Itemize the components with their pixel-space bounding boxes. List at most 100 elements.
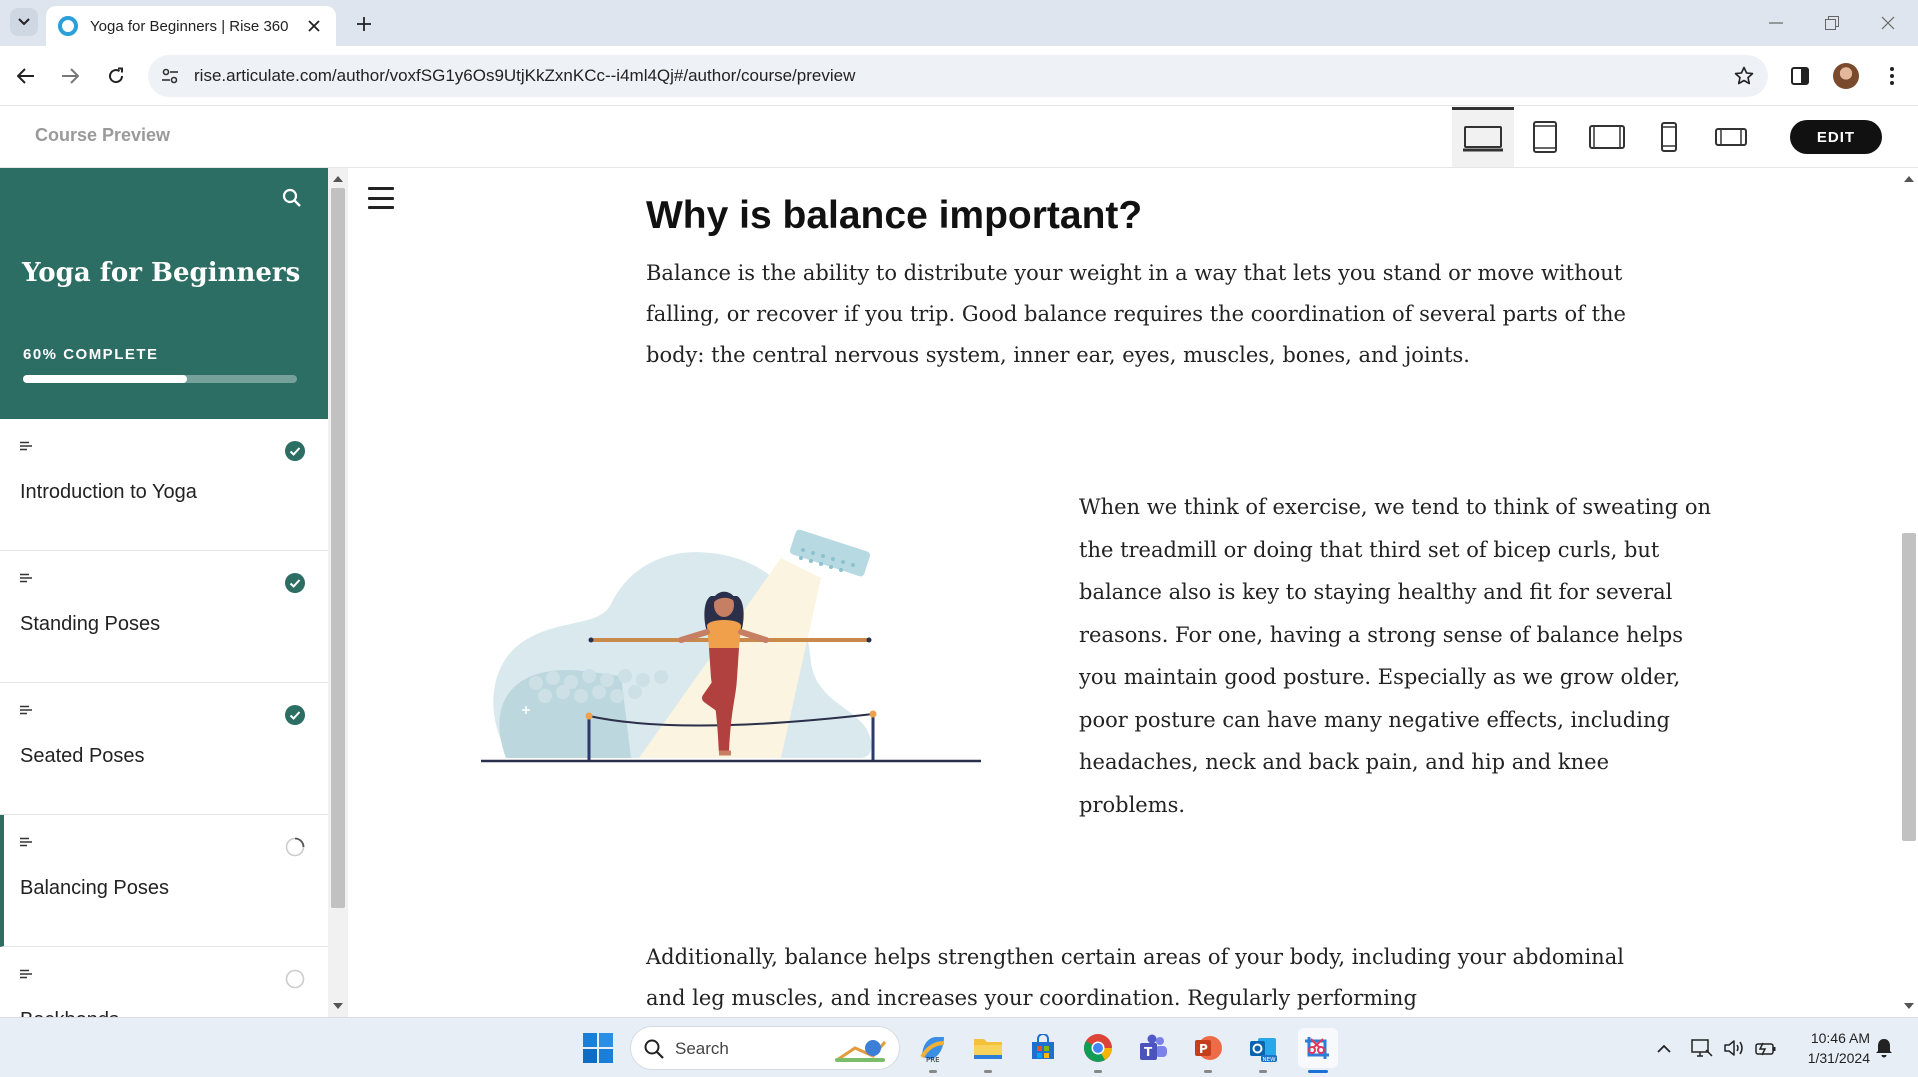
volume-button[interactable]	[1722, 1036, 1746, 1060]
menu-toggle-button[interactable]	[366, 184, 396, 212]
reload-icon	[109, 67, 124, 84]
lesson-item-backbends[interactable]: Backbends	[0, 947, 328, 1017]
star-icon	[1734, 66, 1754, 85]
taskbar-powerpoint[interactable]: P	[1188, 1028, 1228, 1073]
svg-text:NEW: NEW	[1263, 1057, 1277, 1063]
lesson-item-standing-poses[interactable]: Standing Poses	[0, 551, 328, 683]
network-button[interactable]	[1690, 1036, 1714, 1060]
clock-time: 10:46 AM	[1810, 1030, 1870, 1046]
profile-button[interactable]	[1830, 60, 1862, 92]
device-desktop-button[interactable]	[1452, 107, 1514, 167]
lesson-content: Why is balance important? Balance is the…	[348, 168, 1900, 1017]
balance-illustration	[481, 529, 981, 763]
new-tab-button[interactable]	[350, 10, 378, 38]
text-lesson-icon	[20, 969, 32, 979]
scroll-down-arrow-icon[interactable]	[333, 1003, 343, 1009]
site-info-button[interactable]	[158, 64, 182, 88]
taskbar-snipping-tool[interactable]	[1298, 1028, 1338, 1073]
copilot-icon: PRE	[920, 1037, 945, 1063]
network-icon	[1691, 1039, 1713, 1057]
address-bar[interactable]: rise.articulate.com/author/voxfSG1y6Os9U…	[148, 55, 1768, 97]
rise-favicon-icon	[58, 16, 78, 36]
battery-button[interactable]	[1754, 1036, 1778, 1060]
teams-icon: T	[1140, 1034, 1167, 1060]
close-icon	[1881, 16, 1895, 30]
edit-button[interactable]: EDIT	[1790, 120, 1882, 154]
clock-date: 1/31/2024	[1807, 1050, 1870, 1066]
lesson-item-balancing-poses[interactable]: Balancing Poses	[0, 815, 328, 947]
device-phone-portrait-button[interactable]	[1638, 107, 1700, 167]
windows-start-icon[interactable]	[582, 1032, 614, 1064]
battery-icon	[1755, 1042, 1776, 1056]
taskbar-microsoft-store[interactable]	[1023, 1028, 1063, 1068]
taskbar-file-explorer[interactable]	[968, 1028, 1008, 1073]
bookmark-button[interactable]	[1732, 64, 1756, 88]
taskbar-outlook[interactable]: NEW	[1243, 1028, 1283, 1073]
scrollbar-thumb[interactable]	[331, 188, 345, 908]
side-panel-button[interactable]	[1784, 60, 1816, 92]
running-indicator	[984, 1070, 992, 1073]
back-arrow-icon	[17, 68, 34, 84]
back-button[interactable]	[10, 60, 42, 92]
taskbar-copilot[interactable]: PRE	[913, 1028, 953, 1073]
scrollbar-thumb[interactable]	[1902, 533, 1916, 841]
notifications-button[interactable]	[1872, 1036, 1896, 1060]
minimize-button[interactable]	[1762, 10, 1790, 36]
check-circle-icon	[285, 705, 305, 725]
text-lesson-icon	[20, 705, 32, 715]
sidebar-scrollbar[interactable]	[328, 168, 348, 1017]
svg-text:T: T	[1144, 1045, 1153, 1059]
restore-button[interactable]	[1818, 10, 1846, 36]
tab-search-button[interactable]	[10, 8, 38, 36]
phone-landscape-icon	[1715, 128, 1747, 146]
text-lesson-icon	[20, 837, 32, 847]
search-icon	[644, 1039, 664, 1059]
taskbar-chrome[interactable]	[1078, 1028, 1118, 1073]
running-indicator	[1094, 1070, 1102, 1073]
chevron-down-icon	[18, 18, 30, 26]
reload-button[interactable]	[100, 60, 132, 92]
lesson-label: Standing Poses	[20, 613, 161, 635]
text-lesson-icon	[20, 573, 32, 583]
lesson-item-introduction[interactable]: Introduction to Yoga	[0, 419, 328, 551]
browser-menu-button[interactable]	[1876, 60, 1908, 92]
scroll-up-arrow-icon[interactable]	[333, 176, 343, 182]
rise-preview-header: Course Preview EDIT	[0, 107, 1918, 168]
scroll-up-arrow-icon[interactable]	[1904, 176, 1914, 182]
running-indicator	[1204, 1070, 1212, 1073]
tab-close-button[interactable]	[304, 16, 324, 36]
minimize-icon	[1769, 22, 1783, 24]
lesson-label: Introduction to Yoga	[20, 481, 197, 503]
chrome-icon	[1084, 1034, 1112, 1062]
taskbar-teams[interactable]: T	[1133, 1028, 1173, 1068]
tablet-portrait-icon	[1533, 121, 1557, 153]
device-tablet-landscape-button[interactable]	[1576, 107, 1638, 167]
forward-arrow-icon	[62, 68, 79, 84]
content-scrollbar[interactable]	[1900, 168, 1918, 1017]
taskbar-search-box[interactable]: Search	[630, 1026, 900, 1070]
progress-bar	[23, 375, 297, 383]
check-circle-icon	[285, 573, 305, 593]
taskbar-clock[interactable]: 10:46 AM 1/31/2024	[1784, 1028, 1870, 1068]
chevron-up-icon	[1657, 1044, 1671, 1053]
progress-bar-fill	[23, 375, 188, 383]
browser-toolbar: rise.articulate.com/author/voxfSG1y6Os9U…	[0, 46, 1918, 106]
windows-taskbar: Search PRE T P NEW 10:46 AM 1/31/2024	[0, 1017, 1918, 1077]
not-started-icon	[285, 969, 305, 989]
browser-tab[interactable]: Yoga for Beginners | Rise 360	[46, 6, 336, 46]
show-hidden-icons-button[interactable]	[1652, 1036, 1676, 1060]
snipping-tool-icon	[1305, 1037, 1329, 1059]
sidebar-search-button[interactable]	[278, 184, 306, 212]
restore-icon	[1825, 16, 1839, 30]
lesson-item-seated-poses[interactable]: Seated Poses	[0, 683, 328, 815]
forward-button[interactable]	[54, 60, 86, 92]
store-icon	[1032, 1034, 1054, 1059]
more-vertical-icon	[1890, 67, 1894, 85]
desktop-icon	[1463, 125, 1503, 151]
device-tablet-portrait-button[interactable]	[1514, 107, 1576, 167]
close-window-button[interactable]	[1874, 10, 1902, 36]
device-phone-landscape-button[interactable]	[1700, 107, 1762, 167]
running-indicator	[929, 1070, 937, 1073]
scroll-down-arrow-icon[interactable]	[1904, 1003, 1914, 1009]
tab-title: Yoga for Beginners | Rise 360	[90, 17, 289, 35]
